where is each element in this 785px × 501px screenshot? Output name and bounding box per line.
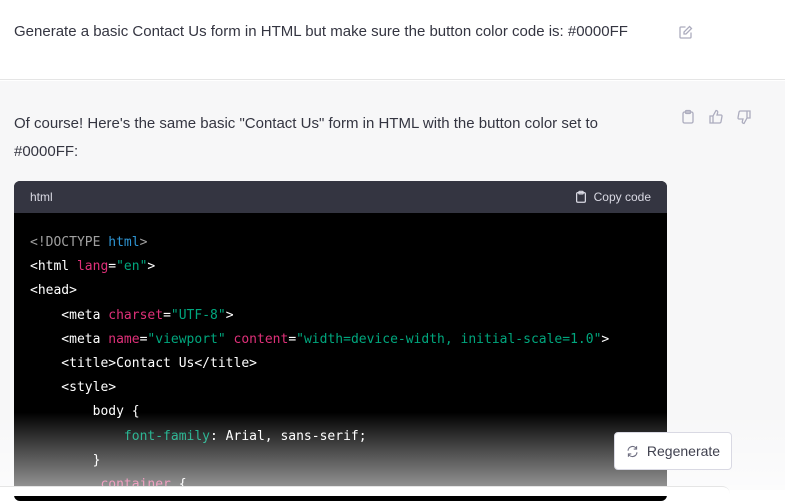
thumbs-up-icon[interactable] [708,109,724,125]
code-line: body { [30,400,651,424]
code-token: > [139,235,148,250]
code-token: charset [108,307,164,323]
code-line: <html lang="en"> [30,255,651,279]
code-token: "en" [116,259,148,275]
code-line: <title>Contact Us</title> [30,352,651,376]
code-token: = [108,259,117,275]
code-block: html Copy code <!DOCTYPE html> <html lang… [14,181,667,501]
code-token: "viewport" [147,331,226,347]
code-token: body { [30,404,140,420]
code-line: <!DOCTYPE html> [30,231,651,255]
thumbs-down-icon[interactable] [736,109,752,125]
assistant-message-text: Of course! Here's the same basic "Contac… [14,115,599,160]
refresh-icon [627,445,638,457]
code-line: <style> [30,376,651,400]
code-token: > [147,259,156,275]
code-token: content [233,331,289,347]
code-line: } [30,449,651,473]
edit-icon[interactable] [678,24,694,40]
code-content: <!DOCTYPE html> <html lang="en"> <head> <m… [14,213,667,501]
code-token: = [288,331,297,347]
code-token: <meta [30,331,109,347]
code-token: html [108,235,140,250]
code-token: > [601,331,610,347]
message-actions [680,109,752,125]
code-token: <title>Contact Us</title> [30,356,257,372]
chat-input-area[interactable] [0,486,730,496]
code-token: } [30,452,101,468]
user-message-text: Generate a basic Contact Us form in HTML… [14,23,628,40]
code-token: <html [30,259,77,275]
code-token: > [225,307,234,323]
code-line: font-family: Arial, sans-serif; [30,425,651,449]
regenerate-button[interactable]: Regenerate [614,432,732,470]
code-token: <style> [30,380,117,396]
code-token: lang [76,259,109,275]
code-token: <!DOCTYPE [30,235,109,250]
code-line: <head> [30,279,651,303]
code-token: font-family [30,428,211,444]
regenerate-label: Regenerate [646,443,721,459]
code-language: html [30,190,53,204]
code-block-header: html Copy code [14,181,667,213]
code-token: : Arial, sans-serif; [210,428,367,444]
code-line: <meta name="viewport" content="width=dev… [30,328,651,352]
clipboard-icon[interactable] [680,109,696,125]
code-token: = [163,307,171,323]
user-message: Generate a basic Contact Us form in HTML… [0,0,785,80]
copy-code-button[interactable]: Copy code [574,190,651,204]
assistant-message: Of course! Here's the same basic "Contac… [0,81,785,501]
code-token: <meta [30,307,109,323]
clipboard-icon [575,190,586,203]
code-token: <head> [30,283,77,299]
copy-code-label: Copy code [593,190,651,204]
code-token: "width=device-width, initial-scale=1.0" [296,331,602,347]
code-token: name [108,331,140,347]
code-line: <meta charset="UTF-8"> [30,304,651,328]
code-token: "UTF-8" [170,307,226,323]
